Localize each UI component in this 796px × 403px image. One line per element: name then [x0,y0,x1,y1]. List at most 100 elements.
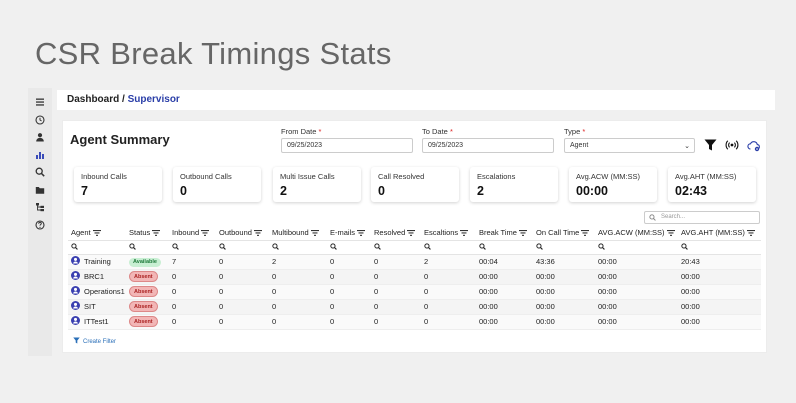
create-filter-link[interactable]: Create Filter [73,337,116,346]
column-search-cell[interactable] [126,240,169,255]
user-avatar-icon [71,271,80,282]
column-filter-icon[interactable] [746,229,755,238]
table-header-row: Agent Status Inbound Outbound Multibound E-ma… [68,226,761,241]
column-header[interactable]: Escaltions [421,226,476,241]
column-header[interactable]: AVG.AHT (MM:SS) [678,226,761,241]
column-filter-icon[interactable] [581,229,590,238]
search-icon[interactable] [272,242,279,252]
column-header[interactable]: Resolved [371,226,421,241]
search-icon[interactable] [129,242,136,252]
search-icon[interactable] [536,242,543,252]
from-date-input[interactable]: 09/25/2023 [281,138,413,153]
search-icon[interactable] [330,242,337,252]
search-icon[interactable] [479,242,486,252]
table-search-input[interactable]: Search... [644,211,760,224]
help-icon[interactable] [32,217,48,233]
column-filter-icon[interactable] [357,229,366,238]
column-search-cell[interactable] [476,240,533,255]
breadcrumb-root[interactable]: Dashboard [67,94,119,105]
column-header[interactable]: Agent [68,226,126,241]
table-cell-emails: 0 [327,254,371,270]
column-search-cell[interactable] [269,240,327,255]
search-icon[interactable] [681,242,688,252]
status-cell: Absent [126,314,169,330]
table-row[interactable]: Training Available 7 0 2 0 0 2 00:04 43:36 00:00 20… [68,254,761,270]
column-header[interactable]: AVG.ACW (MM:SS) [595,226,678,241]
agent-name[interactable]: SIT [84,302,96,311]
column-header[interactable]: Break Time [476,226,533,241]
column-header[interactable]: Multibound [269,226,327,241]
search-icon[interactable] [598,242,605,252]
column-header[interactable]: On Call Time [533,226,595,241]
breadcrumb: Dashboard / Supervisor [57,90,775,110]
agent-name[interactable]: ITTest1 [84,317,109,326]
bar-chart-icon[interactable] [32,147,48,163]
table-row[interactable]: BRC1 Absent 0 0 0 0 0 0 00:00 00:00 00:00 00:00 [68,269,761,285]
stat-label: Multi Issue Calls [280,172,335,181]
broadcast-icon[interactable] [725,138,739,152]
hierarchy-icon[interactable] [32,199,48,215]
search-icon[interactable] [71,242,78,252]
column-filter-icon[interactable] [310,229,319,238]
table-row[interactable]: SIT Absent 0 0 0 0 0 0 00:00 00:00 00:00 00:00 [68,299,761,315]
stat-value: 02:43 [675,184,707,198]
stat-label: Avg.ACW (MM:SS) [576,172,641,181]
table-cell-on-call-time: 00:00 [533,284,595,300]
type-label: Type [564,127,581,136]
table-filter-row [68,240,761,255]
from-date-field: From Date * 09/25/2023 [281,127,413,153]
table-cell-avg-aht: 00:00 [678,269,761,285]
table-cell-avg-acw: 00:00 [595,284,678,300]
column-header-label: Status [129,227,151,237]
column-search-cell[interactable] [678,240,761,255]
folder-icon[interactable] [32,182,48,198]
search-icon[interactable] [374,242,381,252]
search-icon[interactable] [172,242,179,252]
table-cell-avg-aht: 00:00 [678,299,761,315]
agent-name[interactable]: Operations1 [84,287,125,296]
column-search-cell[interactable] [595,240,678,255]
column-header[interactable]: Status [126,226,169,241]
column-search-cell[interactable] [216,240,269,255]
table-row[interactable]: ITTest1 Absent 0 0 0 0 0 0 00:00 00:00 00:00 00:00 [68,314,761,330]
breadcrumb-current: Supervisor [127,94,180,105]
to-date-input[interactable]: 09/25/2023 [422,138,554,153]
column-filter-icon[interactable] [152,229,161,238]
search-icon[interactable] [424,242,431,252]
column-filter-icon[interactable] [666,229,675,238]
column-search-cell[interactable] [371,240,421,255]
column-filter-icon[interactable] [460,229,469,238]
agent-name[interactable]: Training [84,257,111,266]
column-header-label: Agent [71,227,91,237]
column-filter-icon[interactable] [253,229,262,238]
column-header-label: On Call Time [536,227,580,237]
column-filter-icon[interactable] [518,229,527,238]
search-icon[interactable] [219,242,226,252]
column-filter-icon[interactable] [201,229,210,238]
column-filter-icon[interactable] [92,229,101,238]
column-search-cell[interactable] [68,240,126,255]
search-icon[interactable] [32,164,48,180]
column-header-label: Outbound [219,227,252,237]
column-header[interactable]: E-mails [327,226,371,241]
column-header[interactable]: Outbound [216,226,269,241]
user-icon[interactable] [32,129,48,145]
column-header[interactable]: Inbound [169,226,216,241]
column-search-cell[interactable] [533,240,595,255]
table-row[interactable]: Operations1 Absent 0 0 0 0 0 0 00:00 00:00 00:00 00… [68,284,761,300]
user-avatar-icon [71,301,80,312]
type-select[interactable]: Agent ⌄ [564,138,695,153]
column-search-cell[interactable] [327,240,371,255]
cloud-settings-icon[interactable] [747,138,761,152]
table-body: Training Available 7 0 2 0 0 2 00:04 43:36 00:00 20… [68,254,761,330]
filter-icon [73,337,80,346]
column-search-cell[interactable] [169,240,216,255]
filter-icon[interactable] [703,138,717,152]
agent-name[interactable]: BRC1 [84,272,104,281]
table-cell-emails: 0 [327,299,371,315]
column-filter-icon[interactable] [407,229,416,238]
status-cell: Absent [126,269,169,285]
column-search-cell[interactable] [421,240,476,255]
menu-icon[interactable] [32,94,48,110]
clock-icon[interactable] [32,112,48,128]
